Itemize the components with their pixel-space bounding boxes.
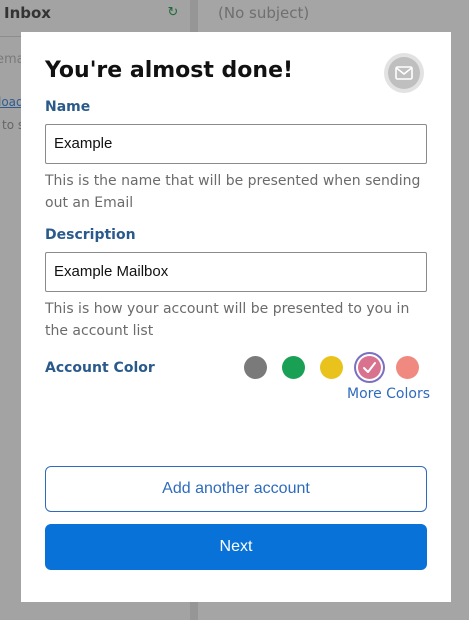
description-input[interactable]: Example Mailbox [45, 252, 427, 292]
sync-icon: ↻ [167, 5, 179, 20]
checkmark-icon [363, 362, 376, 373]
add-another-account-button[interactable]: Add another account [45, 466, 427, 512]
description-help-text: This is how your account will be present… [45, 301, 410, 339]
dialog-title: You're almost done! [45, 58, 294, 83]
description-label: Description [45, 227, 136, 243]
color-swatch-salmon[interactable] [396, 356, 419, 379]
subject-title: (No subject) [218, 4, 310, 22]
account-color-label: Account Color [45, 360, 155, 376]
color-swatch-green[interactable] [282, 356, 305, 379]
envelope-icon [384, 53, 424, 93]
name-help-text: This is the name that will be presented … [45, 173, 421, 211]
color-swatch-gray[interactable] [244, 356, 267, 379]
next-button[interactable]: Next [45, 524, 427, 570]
color-swatch-pink[interactable] [358, 356, 381, 379]
more-colors-link[interactable]: More Colors [347, 386, 430, 402]
color-swatch-yellow[interactable] [320, 356, 343, 379]
account-setup-dialog: You're almost done! Name Example This is… [21, 32, 451, 602]
name-label: Name [45, 99, 91, 115]
name-input[interactable]: Example [45, 124, 427, 164]
inbox-title: Inbox [4, 4, 51, 22]
